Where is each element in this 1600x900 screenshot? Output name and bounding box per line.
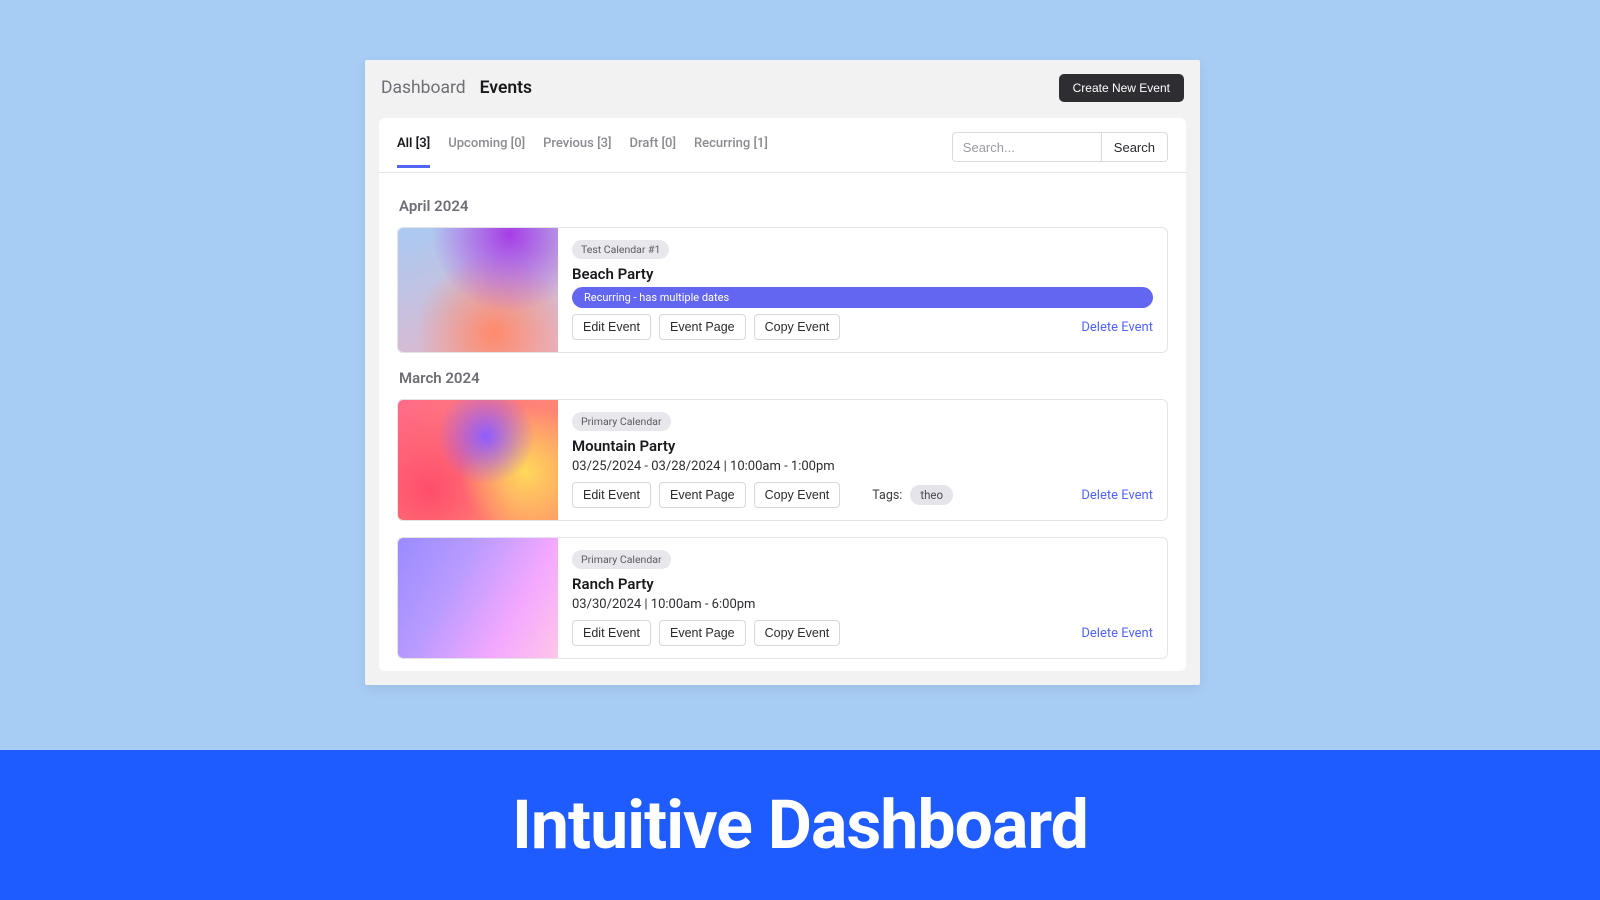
event-datetime: 03/30/2024 | 10:00am - 6:00pm	[572, 597, 1153, 612]
event-card: Primary Calendar Ranch Party 03/30/2024 | …	[397, 537, 1168, 659]
event-card: Primary Calendar Mountain Party 03/25/2024…	[397, 399, 1168, 521]
event-title: Mountain Party	[572, 437, 1153, 455]
event-card: Test Calendar #1 Beach Party Recurring - h…	[397, 227, 1168, 353]
create-event-button[interactable]: Create New Event	[1059, 74, 1184, 102]
delete-event-link[interactable]: Delete Event	[1081, 320, 1153, 335]
breadcrumb-root[interactable]: Dashboard	[381, 78, 466, 98]
tab-bar: All [3] Upcoming [0] Previous [3] Draft [0]…	[379, 118, 1186, 173]
marketing-banner: Intuitive Dashboard	[0, 750, 1600, 900]
copy-event-button[interactable]: Copy Event	[754, 314, 841, 340]
event-thumbnail	[398, 228, 558, 352]
event-body: Primary Calendar Mountain Party 03/25/2024…	[558, 400, 1167, 520]
recurring-badge: Recurring - has multiple dates	[572, 287, 1153, 308]
edit-event-button[interactable]: Edit Event	[572, 482, 651, 508]
month-header: April 2024	[399, 197, 1168, 215]
event-actions: Edit Event Event Page Copy Event Delete Eve…	[572, 314, 1153, 340]
tab-upcoming[interactable]: Upcoming [0]	[448, 136, 525, 168]
tab-previous[interactable]: Previous [3]	[543, 136, 611, 168]
tags-label: Tags:	[872, 488, 902, 503]
copy-event-button[interactable]: Copy Event	[754, 482, 841, 508]
event-page-button[interactable]: Event Page	[659, 620, 746, 646]
breadcrumb: Dashboard Events	[381, 78, 532, 98]
event-datetime: 03/25/2024 - 03/28/2024 | 10:00am - 1:00…	[572, 459, 1153, 474]
events-card: All [3] Upcoming [0] Previous [3] Draft [0]…	[379, 118, 1186, 671]
tags-area: Tags: theo	[872, 485, 953, 505]
search-wrap: Search	[952, 132, 1168, 162]
calendar-chip: Test Calendar #1	[572, 240, 669, 259]
banner-text: Intuitive Dashboard	[512, 785, 1088, 865]
calendar-chip: Primary Calendar	[572, 412, 671, 431]
topbar: Dashboard Events Create New Event	[365, 60, 1200, 118]
event-body: Test Calendar #1 Beach Party Recurring - h…	[558, 228, 1167, 352]
app-window: Dashboard Events Create New Event All [3…	[365, 60, 1200, 685]
tab-recurring[interactable]: Recurring [1]	[694, 136, 768, 168]
calendar-chip: Primary Calendar	[572, 550, 671, 569]
breadcrumb-current: Events	[480, 78, 532, 98]
month-header: March 2024	[399, 369, 1168, 387]
event-title: Ranch Party	[572, 575, 1153, 593]
search-button[interactable]: Search	[1102, 132, 1168, 162]
tab-all[interactable]: All [3]	[397, 136, 430, 168]
edit-event-button[interactable]: Edit Event	[572, 314, 651, 340]
event-thumbnail	[398, 400, 558, 520]
event-page-button[interactable]: Event Page	[659, 314, 746, 340]
delete-event-link[interactable]: Delete Event	[1081, 488, 1153, 503]
event-thumbnail	[398, 538, 558, 658]
event-page-button[interactable]: Event Page	[659, 482, 746, 508]
search-input[interactable]	[952, 132, 1102, 162]
tab-draft[interactable]: Draft [0]	[630, 136, 676, 168]
edit-event-button[interactable]: Edit Event	[572, 620, 651, 646]
event-actions: Edit Event Event Page Copy Event Tags: theo D…	[572, 482, 1153, 508]
event-title: Beach Party	[572, 265, 1153, 283]
event-list: April 2024 Test Calendar #1 Beach Party Rec…	[379, 173, 1186, 671]
event-body: Primary Calendar Ranch Party 03/30/2024 | …	[558, 538, 1167, 658]
delete-event-link[interactable]: Delete Event	[1081, 626, 1153, 641]
event-actions: Edit Event Event Page Copy Event Delete Eve…	[572, 620, 1153, 646]
copy-event-button[interactable]: Copy Event	[754, 620, 841, 646]
tag-pill[interactable]: theo	[910, 485, 953, 505]
